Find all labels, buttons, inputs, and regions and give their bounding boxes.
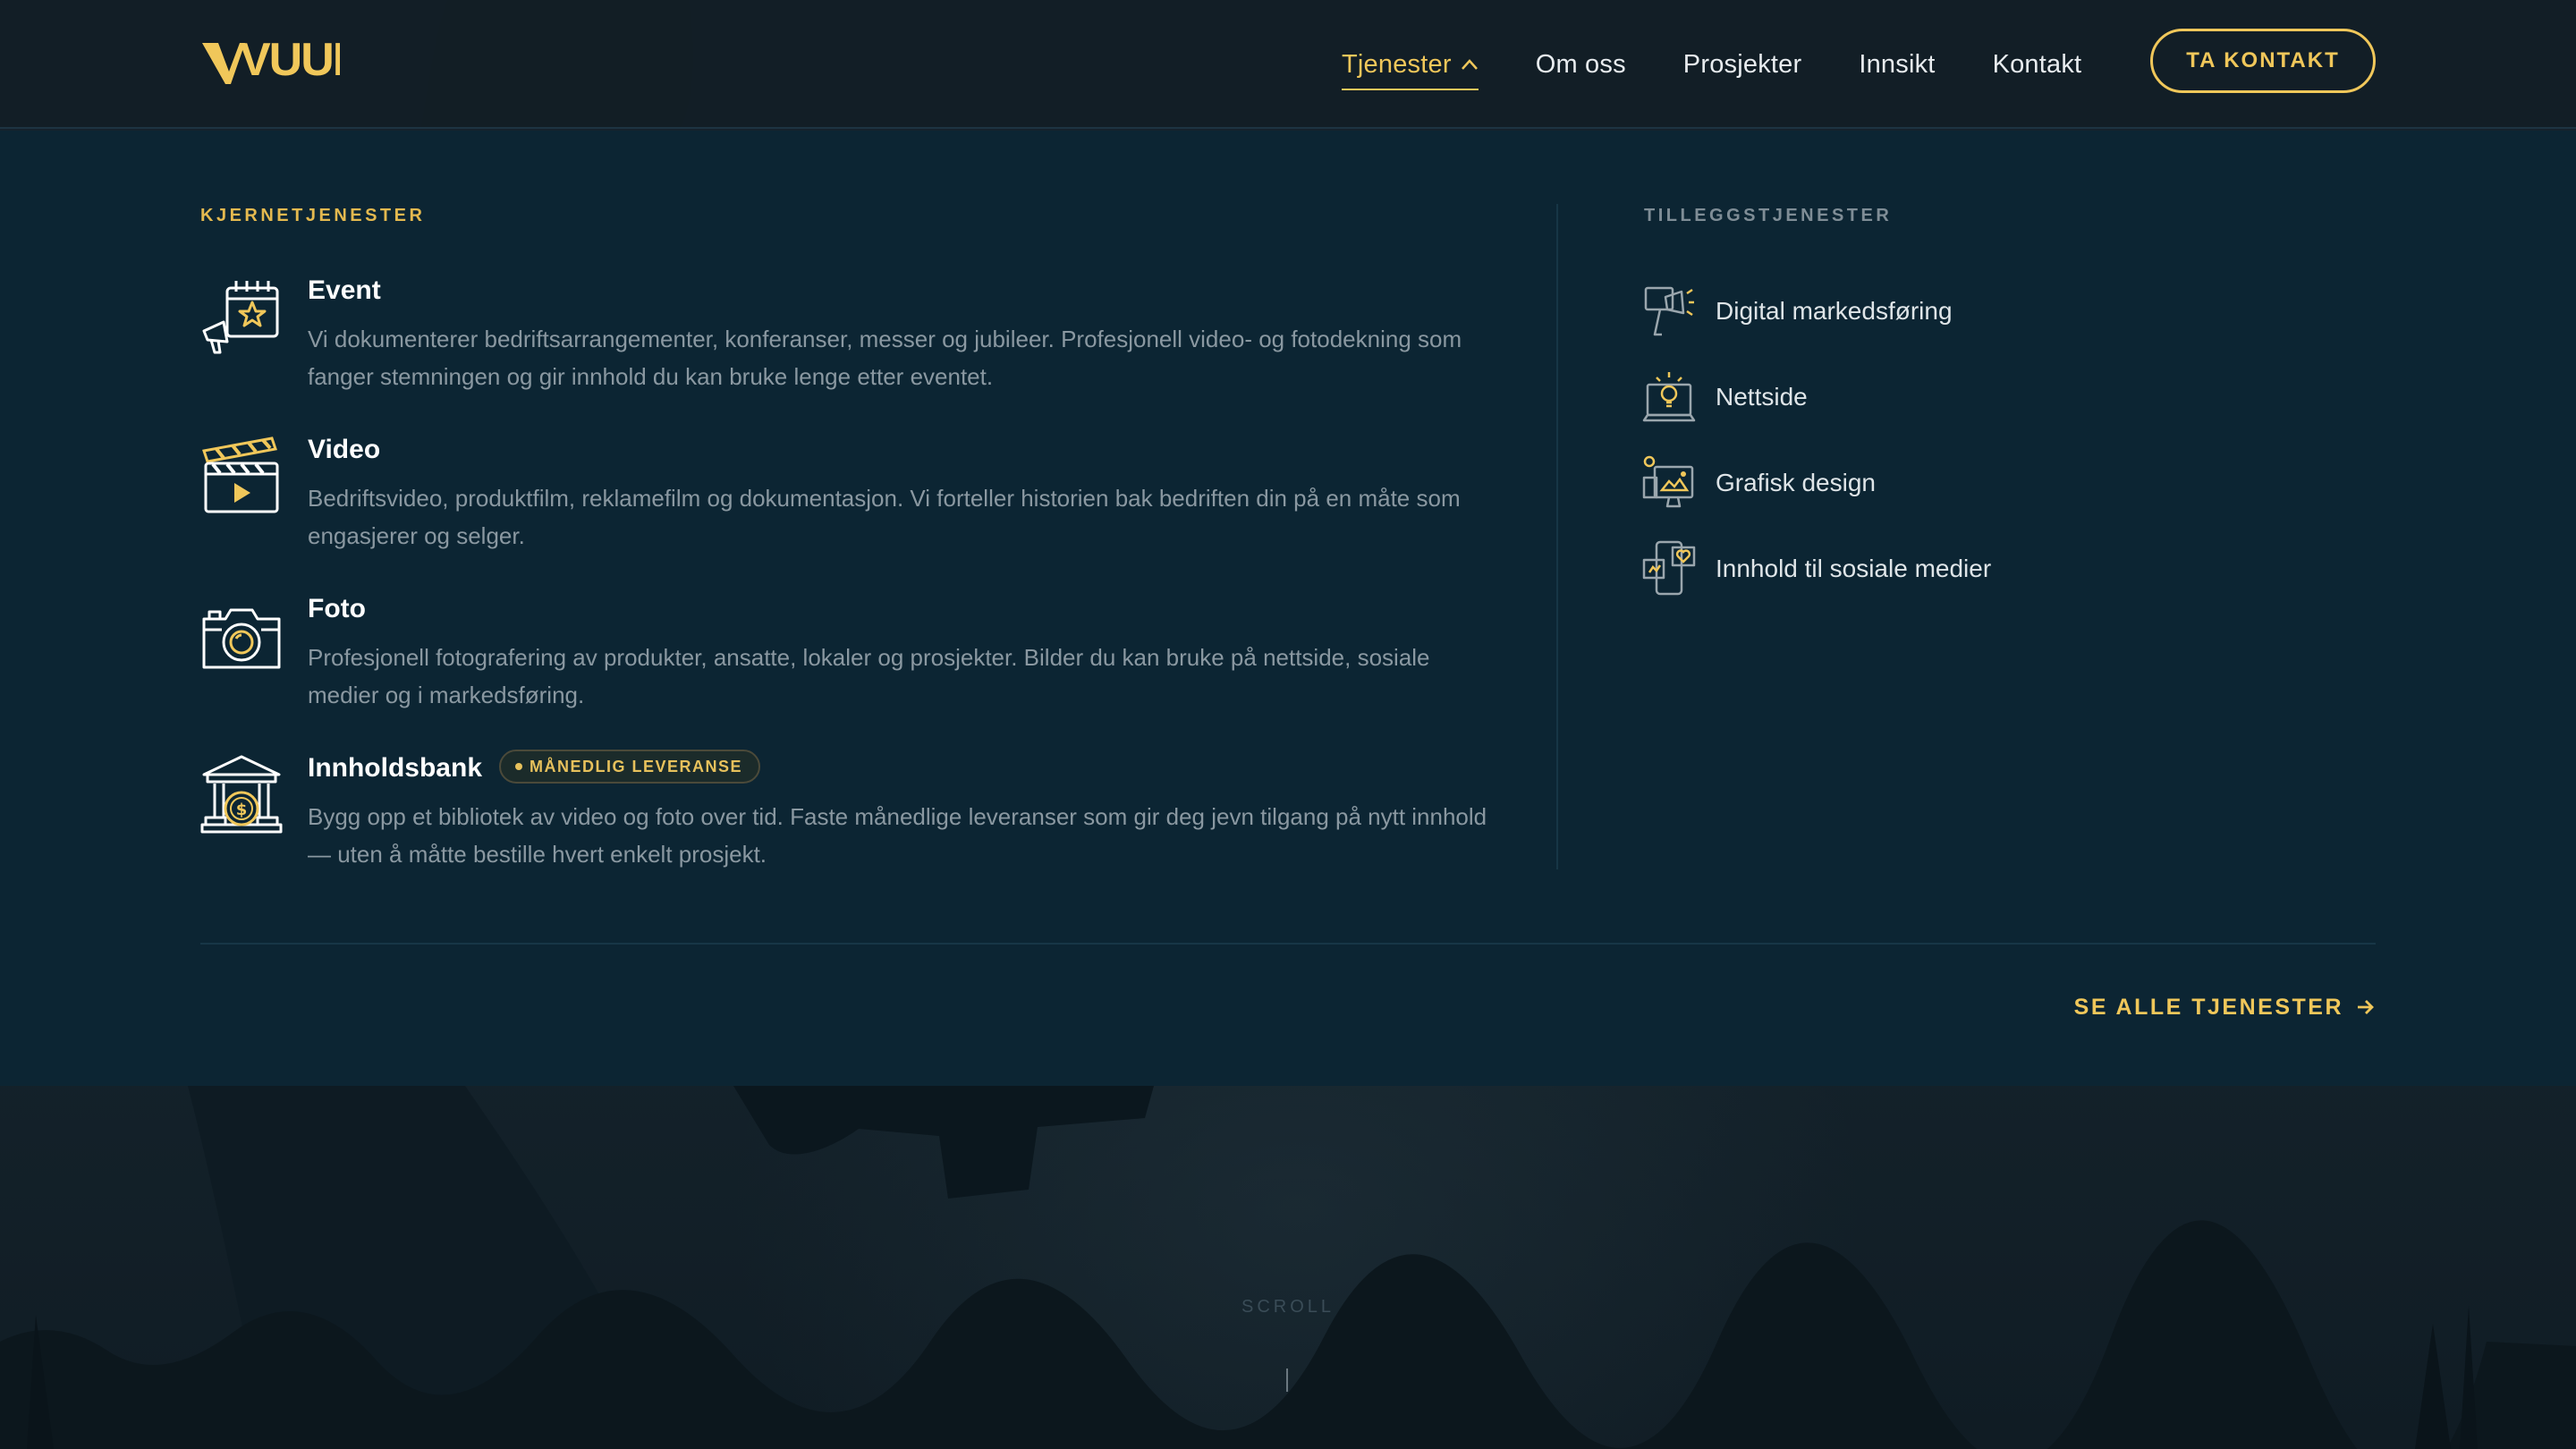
- camera-icon: [202, 608, 281, 669]
- column-divider: [1556, 204, 1558, 869]
- scroll-indicator-label: SCROLL: [1241, 1297, 1335, 1317]
- services-mega-menu: KJERNETJENESTER TILLEGGSTJENESTER Event …: [0, 131, 2576, 1086]
- core-services-label: KJERNETJENESTER: [200, 206, 426, 225]
- addon-sosiale-medier[interactable]: Innhold til sosiale medier: [1642, 540, 1991, 597]
- service-event[interactable]: Event Vi dokumenterer bedriftsarrangemen…: [200, 275, 1497, 401]
- addon-grafisk-design[interactable]: Grafisk design: [1642, 454, 1876, 512]
- service-description: Bedriftsvideo, produktfilm, reklamefilm …: [308, 485, 1461, 549]
- service-description: Bygg opp et bibliotek av video og foto o…: [308, 803, 1487, 868]
- contact-button[interactable]: TA KONTAKT: [2150, 29, 2376, 93]
- megaphone-screen-icon: [1644, 286, 1694, 336]
- nav-tjenester-label: Tjenester: [1342, 49, 1452, 79]
- arrow-right-icon: [2358, 1000, 2374, 1014]
- addon-label: Digital markedsføring: [1716, 297, 1953, 325]
- addon-label: Nettside: [1716, 383, 1808, 411]
- service-title: Event: [308, 275, 381, 305]
- logo-text: VUUR: [240, 34, 340, 86]
- scroll-indicator-line: [1286, 1368, 1288, 1392]
- service-title: Innholdsbank: [308, 753, 482, 783]
- service-description: Profesjonell fotografering av produkter,…: [308, 644, 1430, 708]
- see-all-label: SE ALLE TJENESTER: [2073, 994, 2343, 1020]
- bank-coin-icon: $: [200, 755, 283, 834]
- badge-dot: [515, 763, 522, 770]
- nav-tjenester[interactable]: Tjenester: [1342, 49, 1479, 90]
- addon-nettside[interactable]: Nettside: [1642, 369, 1808, 426]
- laptop-lightbulb-icon: [1642, 372, 1696, 422]
- addon-label: Innhold til sosiale medier: [1716, 555, 1992, 582]
- svg-text:$: $: [236, 801, 248, 819]
- badge-label: MÅNEDLIG LEVERANSE: [530, 757, 743, 775]
- addon-label: Grafisk design: [1716, 469, 1876, 496]
- event-calendar-megaphone-icon: [202, 281, 279, 354]
- menu-footer-divider: [200, 943, 2376, 945]
- addon-digital-markedsforing[interactable]: Digital markedsføring: [1642, 283, 1953, 340]
- see-all-services-link[interactable]: SE ALLE TJENESTER: [2074, 989, 2376, 1025]
- chevron-up-icon: [1461, 59, 1478, 70]
- main-nav: Tjenester Om oss Prosjekter Innsikt Kont…: [1342, 0, 2081, 129]
- service-foto[interactable]: Foto Profesjonell fotografering av produ…: [200, 594, 1497, 719]
- nav-om-oss[interactable]: Om oss: [1536, 50, 1626, 80]
- service-title: Video: [308, 435, 381, 464]
- social-phone-icon: [1642, 540, 1696, 596]
- service-innholdsbank[interactable]: $ Innholdsbank MÅNEDLIG LEVERANSE Bygg o…: [200, 750, 1497, 878]
- clapperboard-icon: [202, 436, 279, 513]
- service-description: Vi dokumenterer bedriftsarrangementer, k…: [308, 326, 1462, 390]
- service-video[interactable]: Video Bedriftsvideo, produktfilm, reklam…: [200, 435, 1497, 560]
- site-header: VUUR Tjenester Om oss Prosjekter Innsikt…: [0, 0, 2576, 129]
- vuur-logo[interactable]: VUUR: [200, 32, 340, 88]
- design-monitor-icon: [1642, 455, 1694, 508]
- monthly-delivery-badge: MÅNEDLIG LEVERANSE: [499, 750, 761, 784]
- nav-innsikt[interactable]: Innsikt: [1859, 50, 1935, 80]
- nav-prosjekter[interactable]: Prosjekter: [1683, 50, 1802, 80]
- addon-services-label: TILLEGGSTJENESTER: [1644, 206, 1893, 225]
- nav-kontakt[interactable]: Kontakt: [1993, 50, 2082, 80]
- service-title: Foto: [308, 594, 366, 623]
